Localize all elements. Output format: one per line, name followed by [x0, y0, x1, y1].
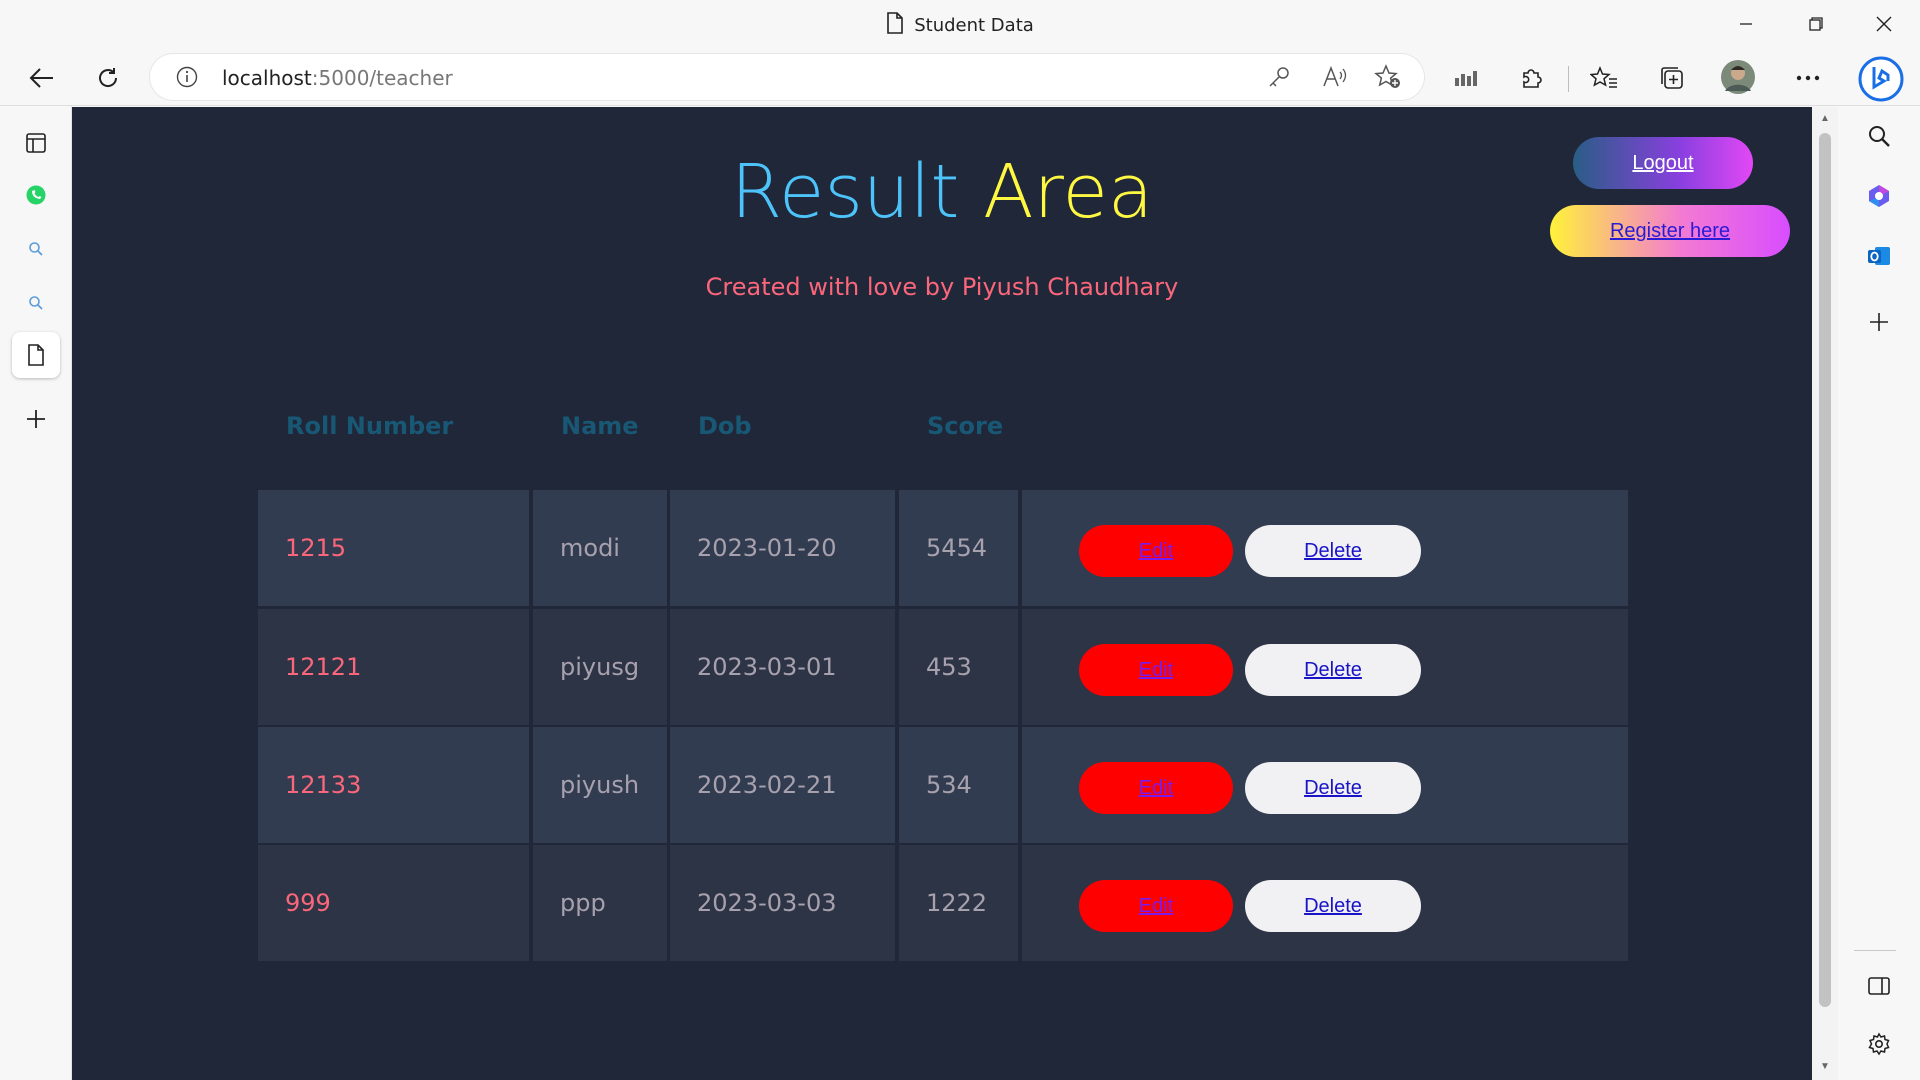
- logout-button[interactable]: Logout: [1573, 137, 1753, 189]
- delete-button[interactable]: Delete: [1245, 762, 1421, 814]
- score-cell: 534: [899, 727, 1018, 843]
- delete-button[interactable]: Delete: [1245, 880, 1421, 932]
- column-header-name: Name: [561, 412, 639, 440]
- hide-sidebar-icon[interactable]: [1859, 966, 1899, 1006]
- url-text[interactable]: localhost:5000/teacher: [222, 66, 453, 90]
- settings-gear-icon[interactable]: [1859, 1024, 1899, 1064]
- window-title: Student Data: [0, 12, 1920, 39]
- roll-number-cell: 1215: [258, 490, 529, 606]
- scroll-down-arrow-icon[interactable]: ▼: [1819, 1061, 1831, 1073]
- column-header-score: Score: [927, 412, 1004, 440]
- name-cell: ppp: [533, 845, 667, 961]
- outlook-icon[interactable]: [1859, 236, 1899, 276]
- refresh-button[interactable]: [88, 58, 128, 98]
- minimize-button[interactable]: [1718, 8, 1774, 40]
- favorites-icon[interactable]: [1584, 58, 1624, 98]
- delete-button[interactable]: Delete: [1245, 525, 1421, 577]
- performance-icon[interactable]: [1446, 58, 1486, 98]
- page-content: Result Area Created with love by Piyush …: [72, 107, 1812, 1080]
- new-tab-plus-icon[interactable]: [12, 396, 60, 442]
- title-part-result: Result: [730, 149, 960, 235]
- restore-button[interactable]: [1788, 8, 1844, 40]
- table-row: 999 ppp 2023-03-03 1222 Edit Delete: [258, 845, 1628, 961]
- scrollbar-thumb[interactable]: [1819, 133, 1831, 1007]
- vertical-tabs-bar: [0, 106, 72, 1080]
- column-header-roll-number: Roll Number: [286, 412, 454, 440]
- score-cell: 453: [899, 609, 1018, 725]
- actions-cell: Edit Delete: [1022, 727, 1628, 843]
- read-aloud-icon[interactable]: [1322, 65, 1348, 93]
- edit-button[interactable]: Edit: [1079, 762, 1233, 814]
- score-cell: 5454: [899, 490, 1018, 606]
- actions-cell: Edit Delete: [1022, 845, 1628, 961]
- sidebar-add-icon[interactable]: [1859, 302, 1899, 342]
- edit-button[interactable]: Edit: [1079, 644, 1233, 696]
- key-icon[interactable]: [1268, 66, 1290, 93]
- extensions-icon[interactable]: [1512, 58, 1552, 98]
- dob-cell: 2023-02-21: [670, 727, 895, 843]
- collections-icon[interactable]: [1652, 58, 1692, 98]
- scroll-up-arrow-icon[interactable]: ▲: [1819, 113, 1831, 125]
- score-cell: 1222: [899, 845, 1018, 961]
- address-bar[interactable]: localhost:5000/teacher: [150, 54, 1424, 100]
- roll-number-cell: 12121: [258, 609, 529, 725]
- actions-cell: Edit Delete: [1022, 609, 1628, 725]
- page-scrollbar[interactable]: ▲ ▼: [1812, 107, 1838, 1080]
- info-icon[interactable]: [176, 66, 198, 93]
- active-tab-document-icon[interactable]: [12, 332, 60, 378]
- page-subtitle: Created with love by Piyush Chaudhary: [705, 273, 1179, 301]
- search-tab-icon-2[interactable]: [12, 280, 60, 326]
- register-button[interactable]: Register here: [1550, 205, 1790, 257]
- roll-number-cell: 999: [258, 845, 529, 961]
- browser-toolbar: localhost:5000/teacher: [0, 50, 1920, 106]
- edit-button[interactable]: Edit: [1079, 880, 1233, 932]
- name-cell: piyush: [533, 727, 667, 843]
- whatsapp-tab-icon[interactable]: [12, 172, 60, 218]
- toolbar-divider: [1568, 66, 1569, 92]
- table-row: 12121 piyusg 2023-03-01 453 Edit Delete: [258, 609, 1628, 725]
- url-host: localhost: [222, 66, 312, 90]
- profile-avatar[interactable]: [1718, 57, 1758, 97]
- bing-copilot-icon[interactable]: [1856, 54, 1906, 104]
- window-title-text: Student Data: [914, 15, 1034, 36]
- table-row: 12133 piyush 2023-02-21 534 Edit Delete: [258, 727, 1628, 843]
- edge-sidebar: [1838, 106, 1920, 1080]
- delete-button[interactable]: Delete: [1245, 644, 1421, 696]
- edit-button[interactable]: Edit: [1079, 525, 1233, 577]
- close-window-button[interactable]: [1856, 8, 1912, 40]
- actions-cell: Edit Delete: [1022, 490, 1628, 606]
- window-titlebar: Student Data: [0, 0, 1920, 50]
- tab-actions-icon[interactable]: [12, 120, 60, 166]
- table-row: 1215 modi 2023-01-20 5454 Edit Delete: [258, 490, 1628, 606]
- search-tab-icon-1[interactable]: [12, 226, 60, 272]
- add-favorite-icon[interactable]: [1374, 64, 1402, 95]
- copilot-icon[interactable]: [1859, 176, 1899, 216]
- name-cell: modi: [533, 490, 667, 606]
- name-cell: piyusg: [533, 609, 667, 725]
- title-part-area: Area: [982, 149, 1154, 235]
- dob-cell: 2023-03-01: [670, 609, 895, 725]
- roll-number-cell: 12133: [258, 727, 529, 843]
- dob-cell: 2023-03-03: [670, 845, 895, 961]
- column-header-dob: Dob: [698, 412, 752, 440]
- more-menu-icon[interactable]: [1788, 58, 1828, 98]
- dob-cell: 2023-01-20: [670, 490, 895, 606]
- sidebar-search-icon[interactable]: [1859, 116, 1899, 156]
- url-path: :5000/teacher: [311, 66, 453, 90]
- sidebar-divider: [1854, 950, 1896, 951]
- back-button[interactable]: [22, 58, 62, 98]
- document-icon: [886, 12, 904, 39]
